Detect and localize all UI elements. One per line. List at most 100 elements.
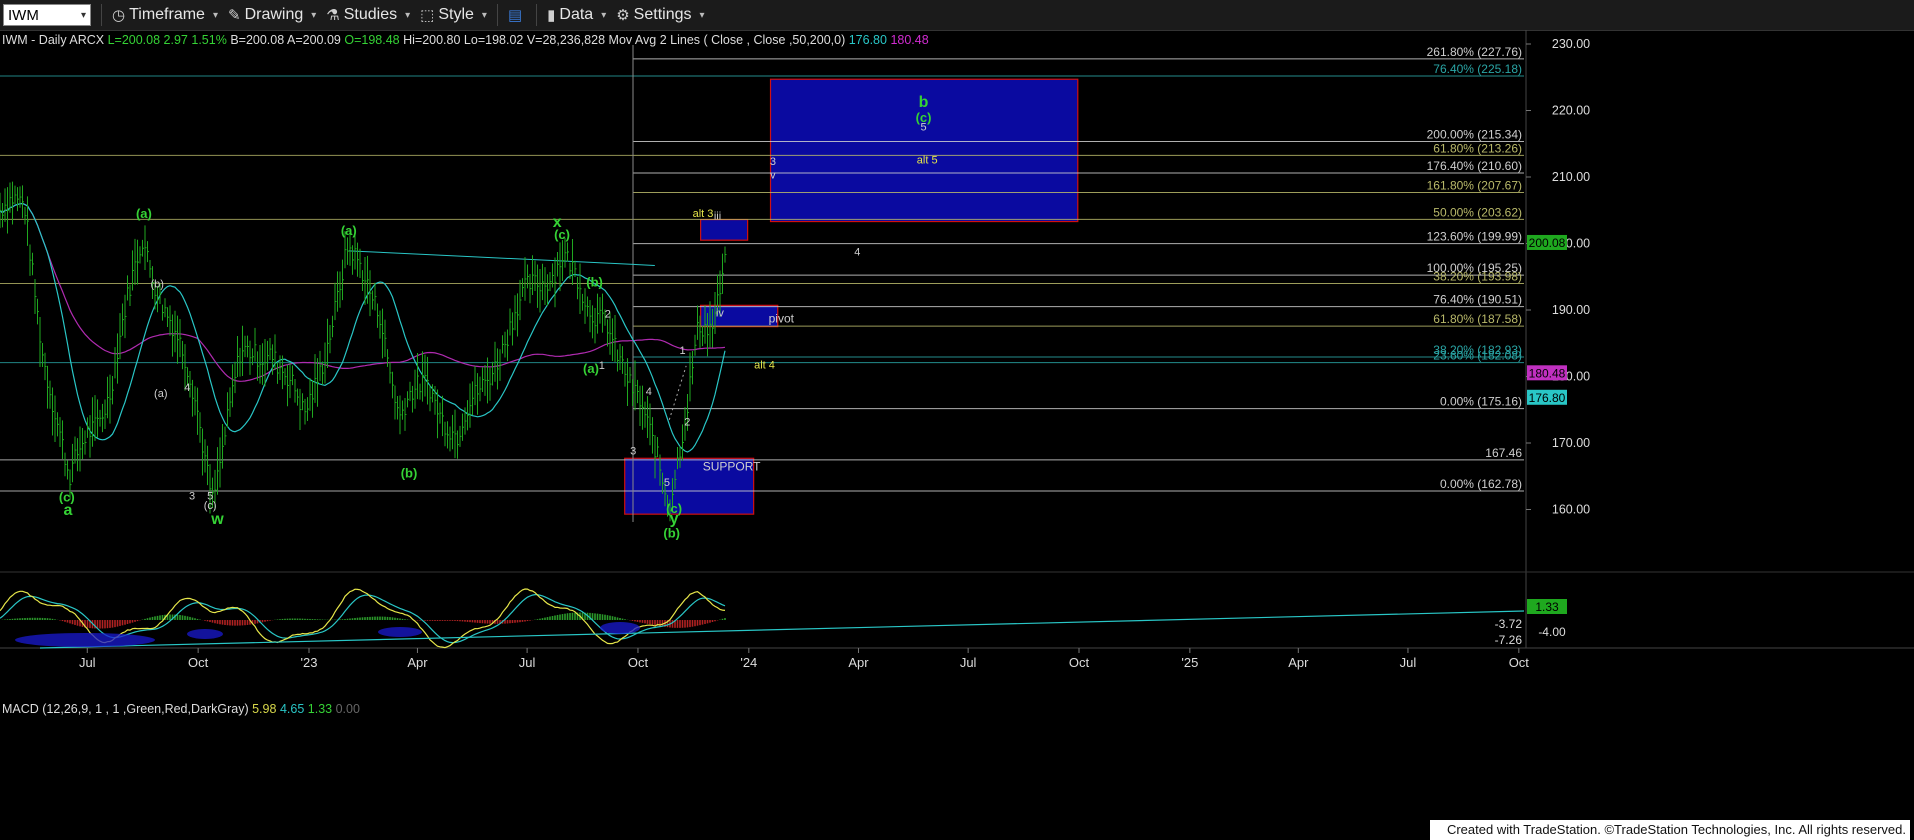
ma-fast-value: 176.80 xyxy=(848,33,887,47)
chevron-down-icon: ▾ xyxy=(405,9,411,21)
ask-price: A=200.09 xyxy=(286,33,341,47)
wave-label: 3 xyxy=(189,491,195,503)
macd-axis-label: -7.26 xyxy=(1495,633,1523,647)
x-axis-label: Jul xyxy=(1400,655,1417,670)
wave-label: (a) xyxy=(341,223,357,238)
x-axis-label: Jul xyxy=(960,655,977,670)
x-axis-label: Oct xyxy=(1509,655,1530,670)
fib-level-label: 176.40% (210.60) xyxy=(1427,159,1522,173)
symbol-info: IWM - Daily ARCX xyxy=(2,33,105,47)
fib-level-label: 0.00% (162.78) xyxy=(1440,477,1522,491)
timeframe-button[interactable]: ◷ Timeframe ▾ xyxy=(112,6,218,24)
wave-label: alt 3 xyxy=(693,208,714,220)
price-header: IWM - Daily ARCX L=200.08 2.97 1.51% B=2… xyxy=(2,33,929,47)
wave-label: 1 xyxy=(679,345,685,357)
ma-slow-value: 180.48 xyxy=(890,33,929,47)
x-axis-label: Oct xyxy=(628,655,649,670)
fib-level-label: 0.00% (175.16) xyxy=(1440,395,1522,409)
wave-label: (c) xyxy=(916,110,932,125)
drawing-button[interactable]: ✎ Drawing ▾ xyxy=(228,6,316,24)
divergence-marker xyxy=(600,622,640,634)
moving-average-label: Mov Avg 2 Lines ( Close , Close ,50,200,… xyxy=(608,33,846,47)
wave-label: v xyxy=(770,169,776,181)
style-button[interactable]: ⬚ Style ▾ xyxy=(420,6,487,24)
price-axis: 230.00 220.00 210.00 200.00 190.00 180.00 170.… xyxy=(0,30,1914,648)
macd-axis-label: -3.72 xyxy=(1495,617,1523,631)
wave-label: 2 xyxy=(684,417,690,429)
chevron-down-icon: ▾ xyxy=(699,9,705,21)
bid-price: B=200.08 xyxy=(230,33,285,47)
wave-label: 1 xyxy=(599,360,605,372)
wave-label: 4 xyxy=(854,246,860,258)
wave-label: b xyxy=(919,94,929,111)
moving-average-200-line xyxy=(0,202,726,382)
wave-label: (b) xyxy=(150,278,163,290)
fib-target-box xyxy=(624,457,755,515)
x-axis-label: '25 xyxy=(1181,655,1198,670)
dotted-projection xyxy=(668,365,687,420)
wave-label: 4 xyxy=(184,382,190,394)
wave-label: w xyxy=(210,511,224,528)
x-axis-label: Jul xyxy=(519,655,536,670)
gear-icon: ⚙ xyxy=(616,7,630,24)
wave-label: 5 xyxy=(920,121,926,133)
wave-label: (b) xyxy=(663,525,680,540)
timeframe-label: Timeframe xyxy=(129,6,205,23)
price-marker-tag xyxy=(1527,234,1567,250)
low-price: Lo=198.02 xyxy=(463,33,524,47)
macd-signal-line xyxy=(0,593,726,644)
wave-label: (c) xyxy=(554,227,570,242)
toolbar: IWM ▾ ◷ Timeframe ▾ ✎ Drawing ▾ ⚗ Studie… xyxy=(0,0,1914,31)
wave-label: y xyxy=(670,510,679,527)
y-axis-label: 180.00 xyxy=(1552,370,1590,384)
wave-label: (a) xyxy=(154,388,167,400)
symbol-input[interactable]: IWM ▾ xyxy=(3,4,91,26)
histogram-value: 1.33 xyxy=(307,702,333,716)
chevron-down-icon[interactable]: ▾ xyxy=(81,10,86,21)
wave-label: (b) xyxy=(586,275,603,290)
fib-target-box xyxy=(769,78,1079,223)
y-axis-label: 160.00 xyxy=(1552,503,1590,517)
wave-label: alt 5 xyxy=(917,155,938,167)
y-axis-label: 190.00 xyxy=(1552,303,1590,317)
flask-icon: ⚗ xyxy=(326,7,340,24)
credit-text: Created with TradeStation. ©TradeStation… xyxy=(1430,820,1910,840)
wave-label: 3 xyxy=(630,445,636,457)
x-axis-label: Apr xyxy=(1288,655,1309,670)
price-marker-label: 200.08 xyxy=(1529,236,1566,250)
fib-level-label: 23.60% (182.08) xyxy=(1433,349,1522,363)
x-axis-label: Apr xyxy=(407,655,428,670)
zero-value: 0.00 xyxy=(335,702,360,716)
x-axis-label: '23 xyxy=(301,655,318,670)
macd-panel: 1.33 -3.72 -4.00 -7.26 xyxy=(0,588,1567,649)
volume: V=28,236,828 xyxy=(526,33,606,47)
open-price: O=198.48 xyxy=(344,33,400,47)
chevron-down-icon: ▾ xyxy=(481,9,487,21)
macd-label: MACD (12,26,9, 1 , 1 ,Green,Red,DarkGray… xyxy=(2,702,249,716)
toolbar-divider xyxy=(536,4,538,26)
wave-label: a xyxy=(64,502,73,519)
fib-target-box xyxy=(700,304,779,328)
layout-button[interactable]: ▤ xyxy=(508,6,526,24)
time-axis: Jul Oct '23 Apr Jul Oct '24 Apr Jul Oct '25 Apr Jul O… xyxy=(0,647,1914,670)
chevron-down-icon: ▾ xyxy=(311,9,317,21)
macd-trendline xyxy=(39,610,1525,649)
y-axis-label: 230.00 xyxy=(1552,37,1590,51)
macd-line xyxy=(0,588,726,649)
trendline xyxy=(348,250,655,266)
fib-level-label: 50.00% (203.62) xyxy=(1433,205,1522,219)
fib-line-layer: 261.80% (227.76) 76.40% (225.18) 200.00% (… xyxy=(0,45,1524,492)
price-marker-label: 180.48 xyxy=(1529,366,1566,380)
settings-button[interactable]: ⚙ Settings ▾ xyxy=(616,6,704,24)
data-button[interactable]: ▮ Data ▾ xyxy=(547,6,606,24)
zone-label: SUPPORT xyxy=(703,459,761,473)
data-label: Data xyxy=(559,6,594,23)
wave-label: alt 4 xyxy=(754,360,775,372)
studies-button[interactable]: ⚗ Studies ▾ xyxy=(326,6,410,24)
wave-label: (c) xyxy=(59,490,75,505)
fib-level-label: 61.80% (187.58) xyxy=(1433,312,1522,326)
wave-label: 3 xyxy=(770,156,776,168)
macd-marker-label: 1.33 xyxy=(1535,600,1559,614)
wave-label: (c) xyxy=(666,501,682,516)
wave-label: 2 xyxy=(605,308,611,320)
